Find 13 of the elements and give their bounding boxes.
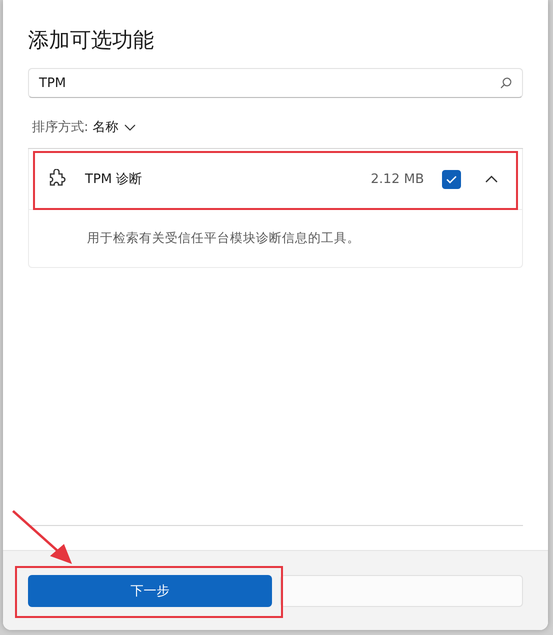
next-button[interactable]: 下一步 xyxy=(28,574,272,606)
search-field[interactable]: TPM xyxy=(28,68,523,98)
sort-dropdown[interactable]: 名称 xyxy=(92,118,136,136)
dialog-title: 添加可选功能 xyxy=(28,27,155,54)
feature-size: 2.12 MB xyxy=(370,172,424,186)
chevron-down-icon xyxy=(124,124,136,130)
search-icon xyxy=(500,77,512,89)
checkmark-icon xyxy=(446,174,457,184)
feature-name: TPM 诊断 xyxy=(85,171,144,188)
sort-label: 排序方式: xyxy=(32,119,88,136)
feature-description: 用于检索有关受信任平台模块诊断信息的工具。 xyxy=(29,209,522,267)
feature-checkbox[interactable] xyxy=(442,170,461,188)
pointer-arrow xyxy=(10,508,74,566)
